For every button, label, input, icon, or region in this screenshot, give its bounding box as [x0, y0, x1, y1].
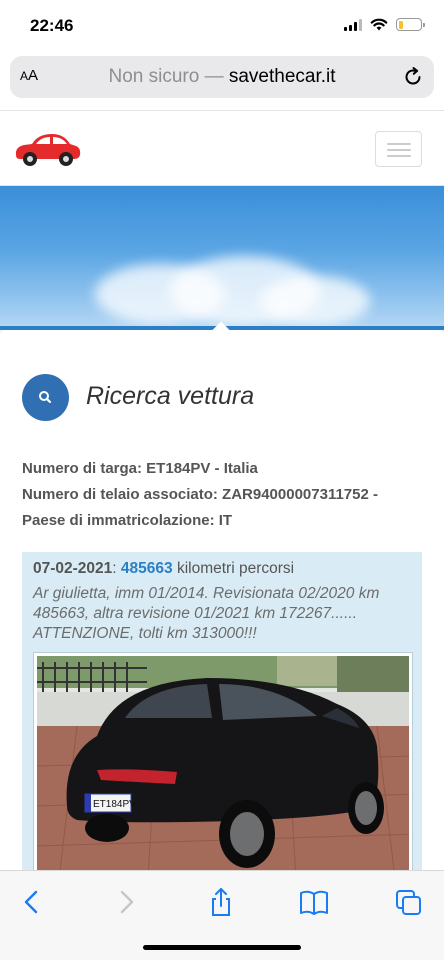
- car-logo[interactable]: [12, 129, 82, 171]
- search-icon: [39, 391, 52, 404]
- status-bar: 22:46: [0, 0, 444, 52]
- home-indicator: [143, 945, 301, 950]
- search-result-card: Ricerca vettura Numero di targa: ET184PV…: [0, 321, 444, 894]
- battery-icon: [396, 18, 425, 31]
- section-title: Ricerca vettura: [86, 382, 255, 410]
- main-content: Ricerca vettura Numero di targa: ET184PV…: [0, 321, 444, 894]
- status-icons: [344, 18, 425, 31]
- bookmarks-icon[interactable]: [297, 887, 331, 917]
- car-photo[interactable]: ET184PV: [33, 652, 413, 894]
- mileage-record: 07-02-2021: 485663 kilometri percorsi Ar…: [22, 552, 422, 894]
- registration-country: Paese di immatricolazione: IT: [22, 512, 233, 529]
- search-button[interactable]: [22, 374, 69, 421]
- share-icon[interactable]: [204, 887, 238, 917]
- record-date: 07-02-2021: [33, 560, 113, 577]
- back-icon[interactable]: [14, 887, 48, 917]
- chassis-number: Numero di telaio associato: ZAR940000073…: [22, 486, 379, 503]
- record-header: 07-02-2021: 485663 kilometri percorsi: [33, 560, 294, 578]
- plate-number: Numero di targa: ET184PV - Italia: [22, 460, 258, 477]
- reload-icon[interactable]: [402, 66, 424, 88]
- url-security-label: Non sicuro —: [108, 66, 229, 87]
- record-km-value: 485663: [120, 560, 173, 577]
- url-domain: savethecar.it: [228, 66, 336, 87]
- vehicle-info: Numero di targa: ET184PV - Italia Numero…: [22, 456, 378, 534]
- record-km-label: kilometri percorsi: [172, 560, 295, 577]
- url-display[interactable]: Non sicuro — savethecar.it: [10, 66, 434, 88]
- status-time: 22:46: [30, 16, 74, 35]
- menu-toggle-button[interactable]: [375, 131, 422, 167]
- car-photo-image: ET184PV: [37, 656, 409, 890]
- photo-plate-text: ET184PV: [93, 799, 136, 810]
- record-note: Ar giulietta, imm 01/2014. Revisionata 0…: [33, 585, 380, 642]
- address-bar[interactable]: AA Non sicuro — savethecar.it: [10, 56, 434, 98]
- tabs-icon[interactable]: [392, 887, 426, 917]
- hero-banner: [0, 186, 444, 330]
- record-separator: :: [112, 560, 121, 577]
- forward-icon[interactable]: [110, 887, 144, 917]
- site-header: [0, 110, 444, 186]
- cellular-signal-icon: [344, 18, 362, 31]
- wifi-icon: [370, 18, 388, 31]
